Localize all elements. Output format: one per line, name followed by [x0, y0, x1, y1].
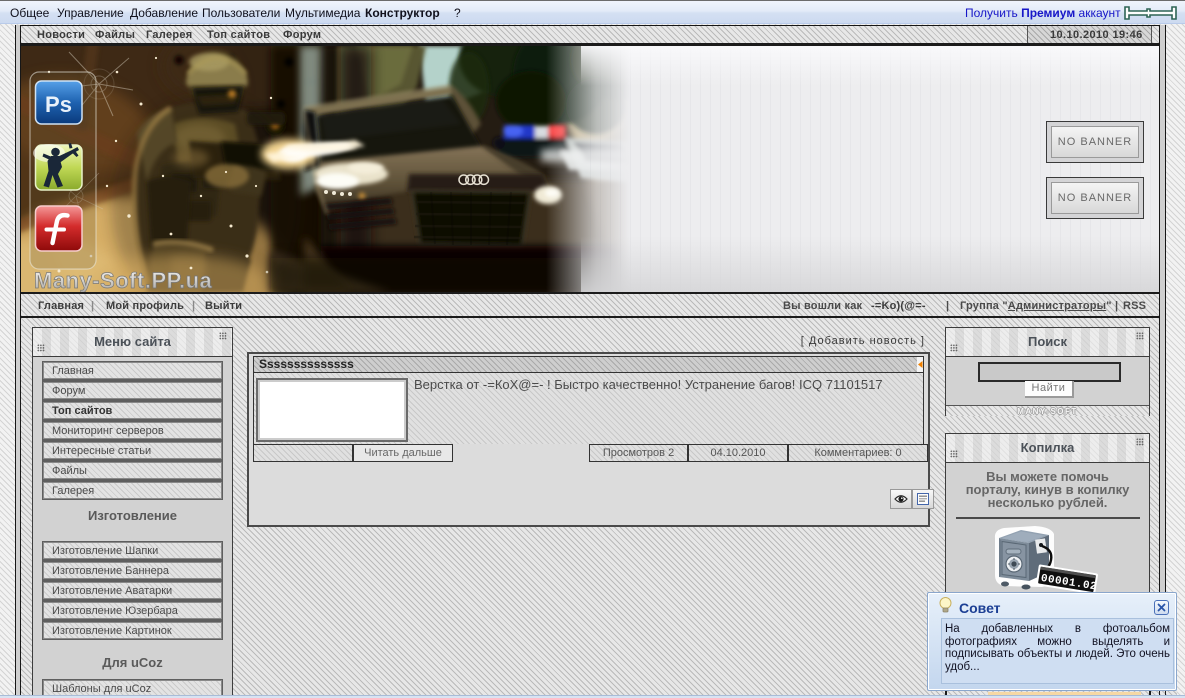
svg-text:Many-Soft.PP.ua: Many-Soft.PP.ua — [34, 268, 213, 292]
svg-text:Ps: Ps — [45, 92, 72, 117]
